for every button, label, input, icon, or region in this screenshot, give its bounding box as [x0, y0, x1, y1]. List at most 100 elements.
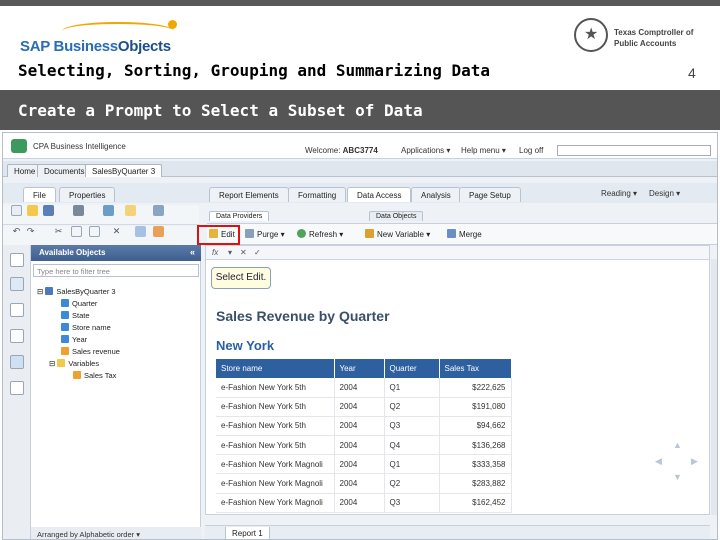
formula-bar: fx ▾ ✕ ✓: [206, 246, 709, 260]
refresh-button[interactable]: Refresh ▾: [297, 229, 343, 239]
cell-sales-tax: $191,080: [439, 397, 512, 417]
column-header[interactable]: Sales Tax: [439, 359, 512, 378]
send-icon[interactable]: [153, 205, 164, 216]
tab-salesbyquarter[interactable]: SalesByQuarter 3: [85, 164, 163, 177]
purge-button[interactable]: Purge ▾: [245, 229, 285, 239]
nav-down-icon[interactable]: ▼: [673, 472, 682, 482]
new-document-icon[interactable]: [11, 205, 22, 216]
table-row[interactable]: e-Fashion New York 5th 2004 Q4 $136,268: [216, 435, 512, 456]
nav-left-icon[interactable]: ◀: [655, 456, 662, 467]
tab-analysis[interactable]: Analysis: [411, 187, 461, 202]
tree-item-store-name[interactable]: Store name: [61, 323, 111, 332]
slide-title: Selecting, Sorting, Grouping and Summari…: [18, 61, 491, 80]
cell-sales-tax: $136,268: [439, 435, 512, 456]
cell-store: e-Fashion New York 5th: [216, 397, 335, 417]
tree-item-sales-tax[interactable]: Sales Tax: [73, 371, 116, 380]
tree-label: Sales Tax: [84, 371, 117, 380]
tree-item-sales-revenue[interactable]: Sales revenue: [61, 347, 120, 356]
cell-store: e-Fashion New York Magnoli: [216, 454, 335, 475]
validate-formula-icon[interactable]: ✓: [254, 248, 261, 257]
input-controls-icon[interactable]: [10, 303, 24, 317]
tab-documents[interactable]: Documents: [37, 164, 92, 177]
column-header[interactable]: Quarter: [384, 359, 440, 378]
tab-data-access[interactable]: Data Access: [347, 187, 412, 202]
app-title: CPA Business Intelligence: [33, 142, 126, 151]
table-row[interactable]: e-Fashion New York 5th 2004 Q2 $191,080: [216, 397, 512, 417]
undo-icon[interactable]: ↶: [11, 226, 22, 237]
edit-toolbar: ↶ ↷ ✂ ✕: [3, 226, 199, 246]
open-folder-icon[interactable]: [27, 205, 38, 216]
document-structure-icon[interactable]: [10, 381, 24, 395]
track-changes-icon[interactable]: [153, 226, 164, 237]
merge-button[interactable]: Merge: [447, 229, 482, 239]
vertical-scrollbar[interactable]: [711, 259, 717, 515]
web-services-icon[interactable]: [10, 329, 24, 343]
cancel-formula-icon[interactable]: ✕: [240, 248, 247, 257]
tab-page-setup[interactable]: Page Setup: [459, 187, 521, 202]
nav-right-icon[interactable]: ▶: [691, 456, 698, 467]
tab-data-objects[interactable]: Data Objects: [369, 211, 424, 221]
filter-tree-input[interactable]: Type here to filter tree: [33, 264, 199, 277]
column-header[interactable]: Store name: [216, 359, 335, 378]
format-painter-icon[interactable]: [135, 226, 146, 237]
copy-icon[interactable]: [71, 226, 82, 237]
arrange-order-dropdown[interactable]: Arranged by Alphabetic order ▾: [31, 527, 201, 539]
table-row[interactable]: e-Fashion New York 5th 2004 Q3 $94,662: [216, 416, 512, 437]
tab-formatting[interactable]: Formatting: [288, 187, 347, 202]
tree-item-variables[interactable]: ⊟ Variables: [49, 359, 99, 368]
table-row[interactable]: e-Fashion New York Magnoli 2004 Q2 $283,882: [216, 473, 512, 494]
paste-icon[interactable]: [89, 226, 100, 237]
purge-icon: [245, 229, 254, 238]
log-off-link[interactable]: Log off: [519, 146, 543, 155]
cell-year: 2004: [334, 378, 385, 398]
logo-suffix: Objects: [117, 38, 171, 55]
table-row[interactable]: e-Fashion New York 5th 2004 Q1 $222,625: [216, 378, 512, 398]
callout-text: Select Edit.: [215, 272, 267, 283]
tab-file[interactable]: File: [23, 187, 56, 202]
new-variable-label: New Variable: [377, 230, 424, 239]
reading-mode-toggle[interactable]: Reading ▾: [601, 189, 637, 198]
design-mode-toggle[interactable]: Design ▾: [649, 189, 680, 198]
table-row[interactable]: e-Fashion New York Magnoli 2004 Q1 $333,358: [216, 454, 512, 475]
cut-icon[interactable]: ✂: [53, 226, 64, 237]
document-summary-icon[interactable]: [10, 253, 24, 267]
save-icon[interactable]: [43, 205, 54, 216]
tree-item-state[interactable]: State: [61, 311, 90, 320]
export-icon[interactable]: [125, 205, 136, 216]
tab-report-elements[interactable]: Report Elements: [209, 187, 289, 202]
print-icon[interactable]: [73, 205, 84, 216]
applications-menu[interactable]: Applications ▾: [401, 146, 450, 155]
cell-quarter: Q4: [384, 435, 440, 456]
dimension-icon: [61, 323, 69, 331]
help-menu[interactable]: Help menu ▾: [461, 146, 506, 155]
search-input[interactable]: [557, 145, 711, 156]
data-access-subtabs: Data Providers Data Objects: [207, 211, 717, 222]
table-row[interactable]: e-Fashion New York Magnoli 2004 Q3 $162,452: [216, 493, 512, 513]
tree-label: SalesByQuarter 3: [56, 287, 116, 296]
find-icon[interactable]: [103, 205, 114, 216]
fx-icon[interactable]: fx: [212, 248, 218, 257]
logo-swoosh: [62, 22, 174, 40]
tab-properties[interactable]: Properties: [59, 187, 116, 202]
nav-up-icon[interactable]: ▲: [673, 440, 682, 450]
dimension-icon: [61, 299, 69, 307]
tree-item-quarter[interactable]: Quarter: [61, 299, 97, 308]
tab-data-providers[interactable]: Data Providers: [209, 211, 270, 221]
column-header[interactable]: Year: [334, 359, 385, 378]
tree-item-year[interactable]: Year: [61, 335, 87, 344]
cell-quarter: Q2: [384, 473, 440, 494]
tree-label: Sales revenue: [72, 347, 120, 356]
tree-root[interactable]: ⊟ SalesByQuarter 3: [37, 287, 116, 296]
report-map-icon[interactable]: [10, 277, 24, 291]
new-variable-button[interactable]: New Variable ▾: [365, 229, 430, 239]
instruction-callout: Select Edit.: [211, 267, 271, 289]
delete-icon[interactable]: ✕: [111, 226, 122, 237]
formula-editor-icon[interactable]: ▾: [228, 248, 232, 257]
redo-icon[interactable]: ↷: [25, 226, 36, 237]
available-objects-icon[interactable]: [10, 355, 24, 369]
collapse-icon[interactable]: «: [190, 247, 195, 257]
expand-icon[interactable]: ⊟: [49, 359, 57, 368]
tab-report-1[interactable]: Report 1: [225, 527, 270, 539]
expand-icon[interactable]: ⊟: [37, 287, 45, 296]
table-header-row: Store name Year Quarter Sales Tax: [216, 359, 512, 378]
